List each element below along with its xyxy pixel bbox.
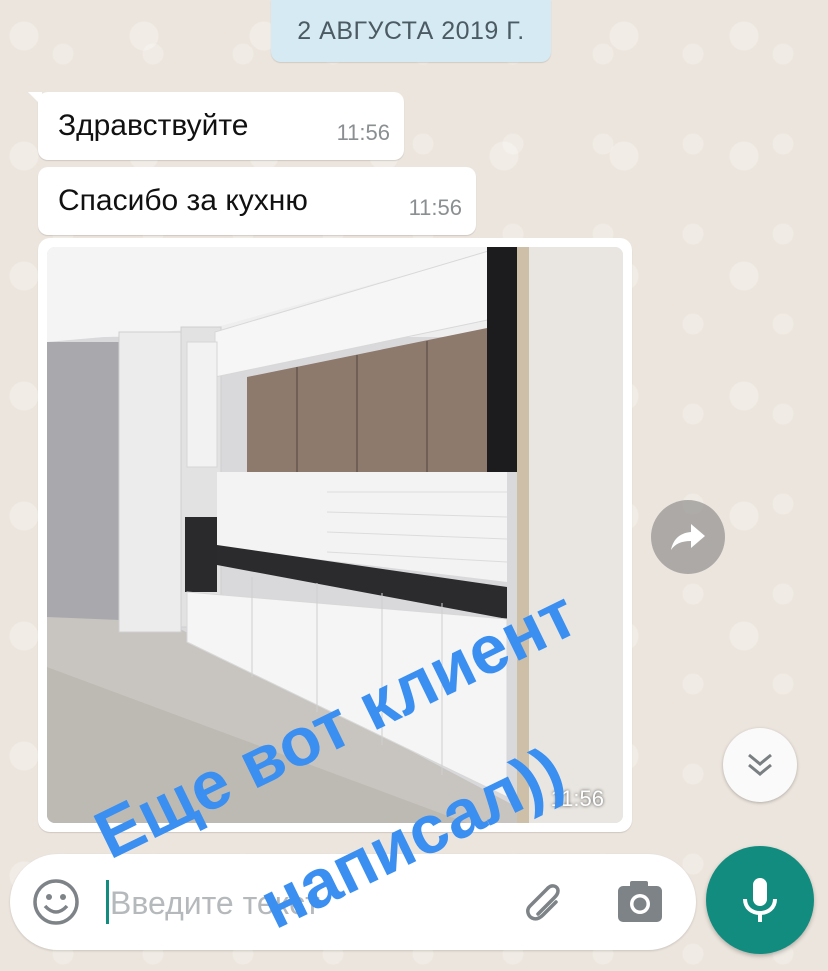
date-chip: 2 АВГУСТА 2019 Г.: [271, 0, 551, 62]
paperclip-icon: [526, 884, 560, 921]
scroll-down-button[interactable]: [723, 728, 797, 802]
message-composer: [10, 854, 696, 950]
message-text: Здравствуйте: [58, 109, 249, 142]
emoji-icon: [33, 879, 79, 925]
double-chevron-down-icon: [748, 753, 772, 776]
forward-button[interactable]: [651, 500, 725, 574]
microphone-icon: [743, 878, 777, 922]
camera-icon: [618, 881, 662, 922]
message-input[interactable]: [108, 876, 502, 930]
attach-button[interactable]: [514, 876, 566, 928]
photo-message[interactable]: 11:56: [38, 238, 632, 832]
bubble-tail: [28, 92, 42, 106]
message-text: Спасибо за кухню: [58, 184, 308, 217]
emoji-button[interactable]: [30, 876, 82, 928]
message-bubble[interactable]: Спасибо за кухню 11:56: [38, 167, 476, 235]
date-chip-label: 2 АВГУСТА 2019 Г.: [297, 16, 525, 45]
kitchen-photo[interactable]: [47, 247, 623, 823]
camera-button[interactable]: [614, 876, 666, 928]
forward-icon: [671, 524, 705, 550]
message-time: 11:56: [408, 195, 462, 220]
photo-time: 11:56: [550, 786, 604, 811]
message-time: 11:56: [336, 120, 390, 145]
mic-button[interactable]: [706, 846, 814, 954]
message-bubble[interactable]: Здравствуйте 11:56: [28, 92, 404, 160]
